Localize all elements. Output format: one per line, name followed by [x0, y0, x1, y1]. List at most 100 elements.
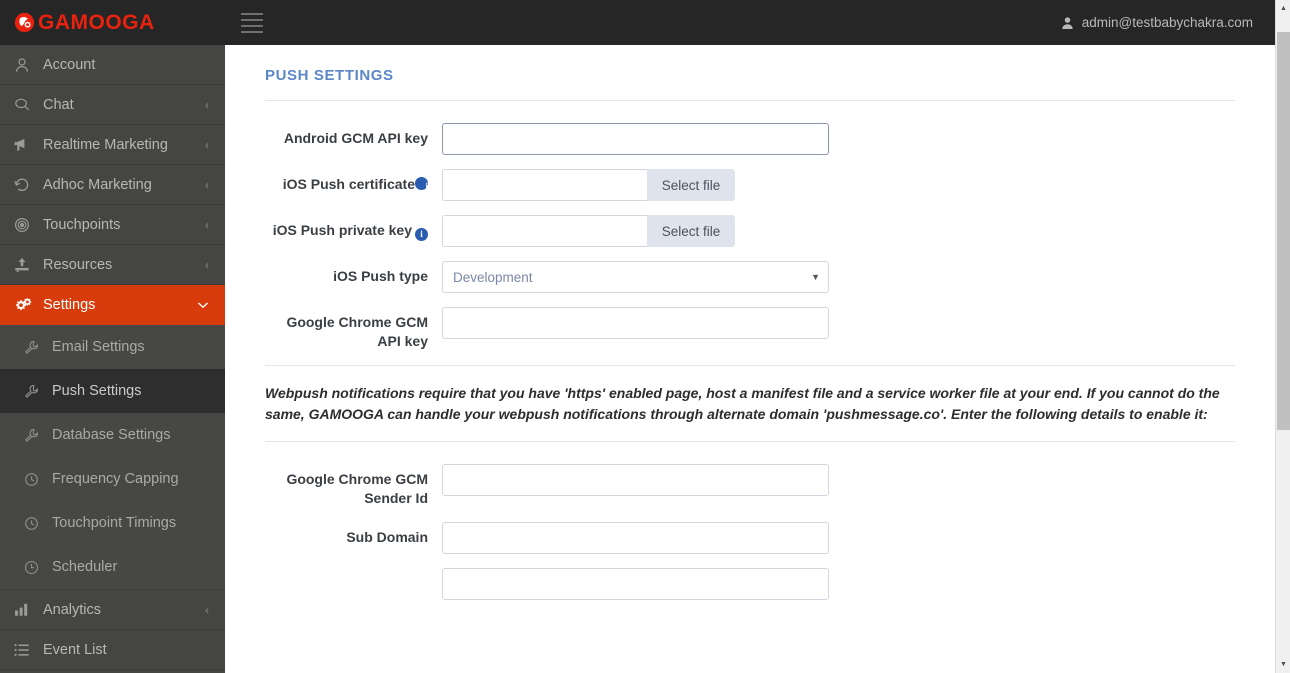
sidebar-item-label: Chat [43, 96, 74, 113]
sidebar-item-push-settings[interactable]: Push Settings [0, 369, 225, 413]
sidebar-item-email-settings[interactable]: Email Settings [0, 325, 225, 369]
sub-domain-input[interactable] [442, 522, 829, 554]
hamburger-bar [241, 30, 263, 33]
sidebar-subitem-label: Touchpoint Timings [52, 515, 177, 531]
ios-push-certificate-filename-field[interactable] [442, 169, 647, 201]
google-chrome-gcm-api-key-input[interactable] [442, 307, 829, 339]
caret-up-icon[interactable]: ▲ [1276, 1, 1290, 16]
caret-down-icon[interactable]: ▼ [1276, 657, 1290, 672]
android-gcm-api-key-input[interactable] [442, 123, 829, 155]
form-row-google-chrome-gcm-api-key: Google Chrome GCM API key [265, 307, 1235, 351]
gears-icon [14, 297, 36, 313]
chevron-left-icon: ‹ [205, 217, 209, 232]
sidebar-subitem-label: Push Settings [52, 383, 142, 399]
sidebar-item-label: Resources [43, 256, 113, 273]
field-label: Android GCM API key [283, 130, 428, 146]
sidebar-item-frequency-capping[interactable]: Frequency Capping [0, 457, 225, 501]
field-label: iOS Push private key i [265, 215, 442, 241]
clock-circle-icon [24, 516, 45, 531]
wrench-icon [24, 340, 45, 355]
sidebar-item-analytics[interactable]: Analytics ‹ [0, 590, 225, 630]
ios-push-certificate-file-group: Select file [442, 169, 735, 201]
sidebar-item-label: Account [43, 56, 96, 73]
google-chrome-gcm-sender-id-input[interactable] [442, 464, 829, 496]
app-root: GAMOOGA admin@testbabychakra.com Account… [0, 0, 1290, 673]
sidebar-item-realtime-marketing[interactable]: Realtime Marketing ‹ [0, 125, 225, 165]
sidebar-item-settings[interactable]: Settings [0, 285, 225, 325]
upload-icon [14, 257, 36, 273]
ios-push-type-selected-value[interactable]: Development [442, 261, 829, 293]
chevron-left-icon: ‹ [205, 137, 209, 152]
main-content: PUSH SETTINGS Android GCM API key iOS Pu… [225, 45, 1275, 673]
user-menu[interactable]: admin@testbabychakra.com [1061, 15, 1275, 30]
page-scrollbar[interactable]: ▲ ▼ [1275, 0, 1290, 673]
ios-push-private-key-file-group: Select file [442, 215, 735, 247]
field-label-text: iOS Push certificate [282, 176, 415, 192]
field-label: Google Chrome GCM Sender Id [286, 471, 428, 506]
sidebar-item-chat[interactable]: Chat ‹ [0, 85, 225, 125]
sidebar-item-touchpoint-timings[interactable]: Touchpoint Timings [0, 501, 225, 545]
sidebar-subitem-label: Scheduler [52, 559, 118, 575]
field-label-text: iOS Push private key [272, 222, 412, 238]
user-icon [14, 57, 36, 73]
brand-name: GAMOOGA [38, 11, 155, 34]
sidebar-item-account[interactable]: Account [0, 45, 225, 85]
hamburger-bar [241, 18, 263, 21]
next-field-input[interactable] [442, 568, 829, 600]
ios-push-private-key-filename-field[interactable] [442, 215, 647, 247]
sidebar-item-adhoc-marketing[interactable]: Adhoc Marketing ‹ [0, 165, 225, 205]
field-label: iOS Push certificate i [265, 169, 442, 194]
form-row-ios-push-certificate: iOS Push certificate i Select file [265, 169, 1235, 201]
form-row-ios-push-type: iOS Push type Development ▼ [265, 261, 1235, 293]
sidebar-item-label: Adhoc Marketing [43, 176, 152, 193]
brand-logo[interactable]: GAMOOGA [0, 0, 225, 45]
webpush-settings-form: Google Chrome GCM Sender Id Sub Domain [265, 442, 1235, 600]
history-clock-icon [14, 177, 36, 193]
info-icon[interactable]: i [415, 177, 428, 191]
form-row-next-field-partial [265, 568, 1235, 600]
hamburger-bar [241, 12, 263, 15]
chat-bubbles-icon [14, 97, 36, 113]
hamburger-menu-icon[interactable] [235, 8, 269, 38]
sidebar-item-scheduler[interactable]: Scheduler [0, 545, 225, 589]
sidebar-item-label: Touchpoints [43, 216, 121, 233]
form-row-sub-domain: Sub Domain [265, 522, 1235, 554]
sidebar-item-label: Event List [43, 641, 107, 658]
push-settings-form: Android GCM API key iOS Push certificate… [265, 101, 1235, 351]
sidebar-item-label: Realtime Marketing [43, 136, 168, 153]
gamooga-logo-icon [14, 12, 35, 33]
ios-push-type-select[interactable]: Development ▼ [442, 261, 829, 293]
webpush-requirements-note: Webpush notifications require that you h… [265, 385, 1220, 422]
chevron-down-icon [197, 299, 209, 311]
clock-circle-icon [24, 472, 45, 487]
form-row-android-gcm-api-key: Android GCM API key [265, 123, 1235, 155]
list-icon [14, 643, 36, 657]
sidebar-item-touchpoints[interactable]: Touchpoints ‹ [0, 205, 225, 245]
ios-push-certificate-select-file-button[interactable]: Select file [647, 169, 735, 201]
megaphone-icon [14, 137, 36, 153]
sidebar-item-event-list[interactable]: Event List [0, 630, 225, 670]
scrollbar-thumb[interactable] [1277, 32, 1290, 430]
field-label: Sub Domain [346, 529, 428, 545]
sidebar-item-database-settings[interactable]: Database Settings [0, 413, 225, 457]
info-icon[interactable]: i [415, 228, 428, 241]
wrench-icon [24, 384, 45, 399]
user-email-label: admin@testbabychakra.com [1081, 15, 1253, 30]
form-row-google-chrome-gcm-sender-id: Google Chrome GCM Sender Id [265, 464, 1235, 508]
form-row-ios-push-private-key: iOS Push private key i Select file [265, 215, 1235, 247]
sidebar-subitem-label: Database Settings [52, 427, 171, 443]
sidebar-item-label: Analytics [43, 601, 102, 618]
chevron-left-icon: ‹ [205, 177, 209, 192]
bar-chart-icon [14, 602, 36, 617]
field-label: Google Chrome GCM API key [286, 314, 428, 349]
field-label: iOS Push type [333, 268, 428, 284]
wrench-icon [24, 428, 45, 443]
ios-push-private-key-select-file-button[interactable]: Select file [647, 215, 735, 247]
sidebar-item-resources[interactable]: Resources ‹ [0, 245, 225, 285]
top-navbar: GAMOOGA admin@testbabychakra.com [0, 0, 1275, 45]
field-label [265, 568, 442, 574]
chevron-left-icon: ‹ [205, 97, 209, 112]
sidebar-nav: Account Chat ‹ Realtime Marketing ‹ Adho… [0, 45, 225, 673]
sidebar-item-label: Settings [43, 296, 96, 313]
user-icon [1061, 16, 1074, 30]
